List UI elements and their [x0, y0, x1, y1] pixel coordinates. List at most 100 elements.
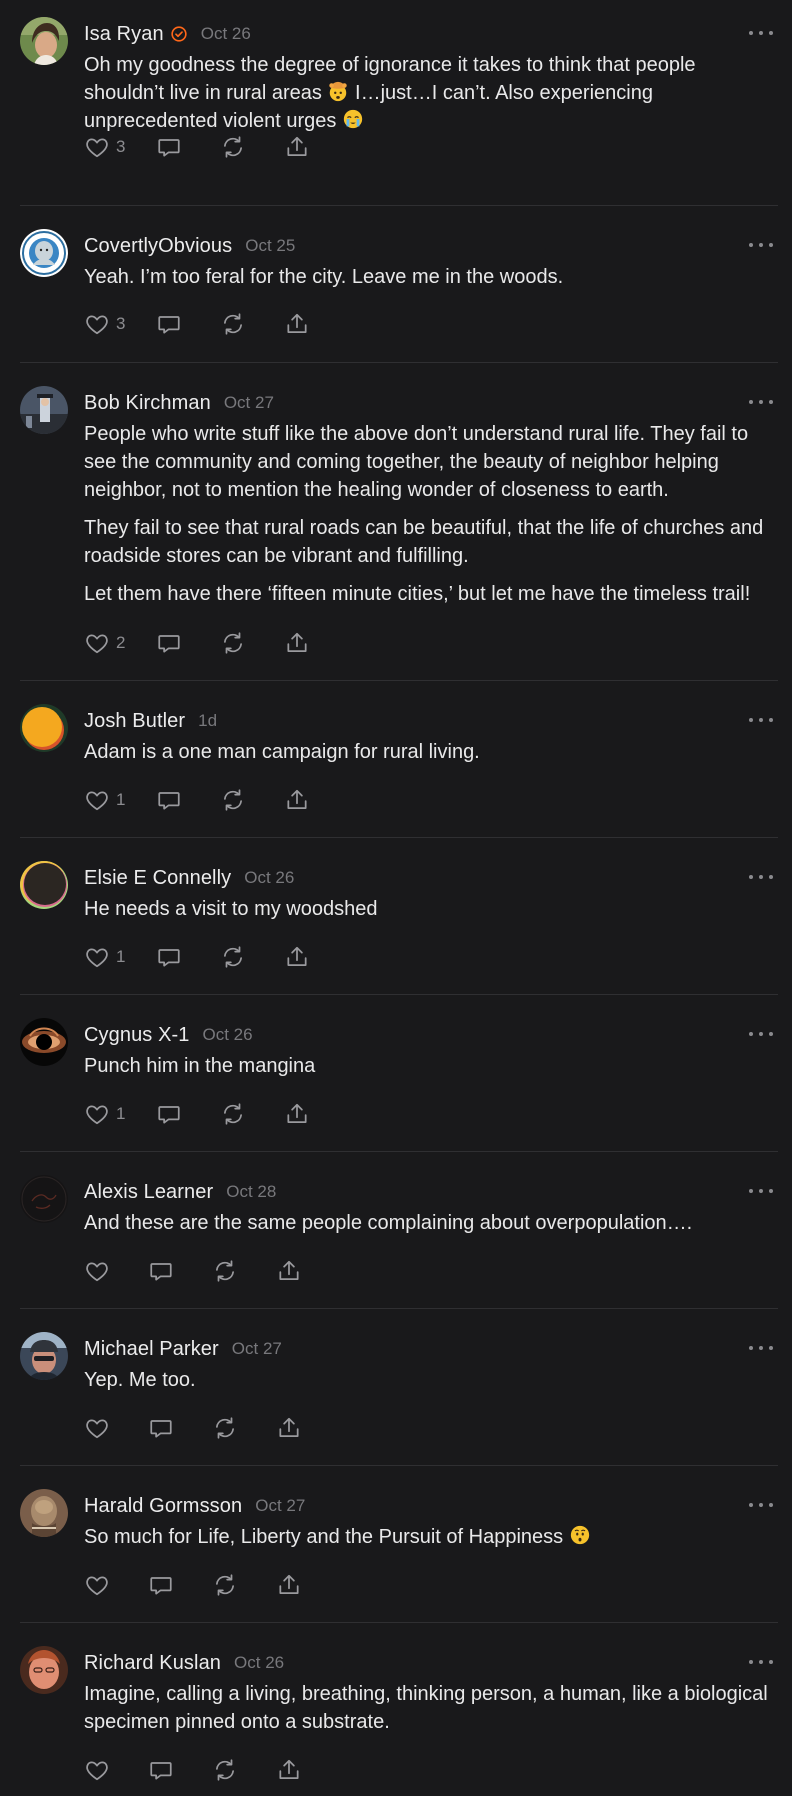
- comment-date[interactable]: Oct 27: [224, 393, 274, 413]
- comment-date[interactable]: Oct 25: [245, 236, 295, 256]
- reply-button[interactable]: [156, 944, 182, 970]
- comment-date[interactable]: Oct 26: [244, 868, 294, 888]
- restack-button[interactable]: [220, 1101, 246, 1127]
- more-options-icon[interactable]: [749, 235, 773, 255]
- reply-button[interactable]: [148, 1572, 174, 1598]
- author-name[interactable]: Elsie E Connelly: [84, 867, 231, 890]
- author-name[interactable]: CovertlyObvious: [84, 235, 232, 258]
- reply-button[interactable]: [156, 787, 182, 813]
- reply-button[interactable]: [148, 1757, 174, 1783]
- comment-paragraph: Punch him in the mangina: [84, 1052, 778, 1080]
- comment-header: Richard Kuslan Oct 26: [84, 1648, 284, 1678]
- like-button[interactable]: [84, 1258, 110, 1284]
- avatar[interactable]: [20, 704, 68, 752]
- share-icon: [276, 1757, 302, 1783]
- reply-button[interactable]: [156, 311, 182, 337]
- author-name[interactable]: Alexis Learner: [84, 1181, 213, 1204]
- avatar[interactable]: [20, 1018, 68, 1066]
- restack-button[interactable]: [220, 134, 246, 160]
- like-button[interactable]: 3: [84, 311, 125, 337]
- comment-date[interactable]: Oct 27: [232, 1339, 282, 1359]
- comment-paragraph: And these are the same people complainin…: [84, 1209, 778, 1237]
- like-button[interactable]: 2: [84, 630, 125, 656]
- like-button[interactable]: 1: [84, 787, 125, 813]
- reply-button[interactable]: [156, 630, 182, 656]
- author-name[interactable]: Bob Kirchman: [84, 392, 211, 415]
- comment-header: Alexis Learner Oct 28: [84, 1177, 276, 1207]
- restack-icon: [220, 787, 246, 813]
- more-options-icon[interactable]: [749, 1652, 773, 1672]
- comment-item: Alexis Learner Oct 28 And these are the sa…: [0, 1175, 792, 1309]
- author-name[interactable]: Michael Parker: [84, 1338, 219, 1361]
- author-name[interactable]: Cygnus X-1: [84, 1024, 190, 1047]
- share-button[interactable]: [284, 630, 310, 656]
- divider: [20, 1465, 778, 1466]
- share-button[interactable]: [284, 311, 310, 337]
- comment-paragraph: Adam is a one man campaign for rural liv…: [84, 738, 778, 766]
- restack-button[interactable]: [212, 1415, 238, 1441]
- share-button[interactable]: [284, 787, 310, 813]
- share-button[interactable]: [284, 944, 310, 970]
- more-options-icon[interactable]: [749, 1495, 773, 1515]
- reply-button[interactable]: [156, 1101, 182, 1127]
- like-button[interactable]: 1: [84, 944, 125, 970]
- restack-button[interactable]: [212, 1757, 238, 1783]
- divider: [20, 362, 778, 363]
- comment-date[interactable]: Oct 27: [255, 1496, 305, 1516]
- more-options-icon[interactable]: [749, 710, 773, 730]
- avatar[interactable]: [20, 1646, 68, 1694]
- like-count: 1: [116, 1104, 126, 1123]
- avatar[interactable]: [20, 17, 68, 65]
- avatar[interactable]: [20, 229, 68, 277]
- comment-text: Yep. Me too.: [84, 1369, 196, 1391]
- restack-icon: [220, 1101, 246, 1127]
- comment-paragraph: Imagine, calling a living, breathing, th…: [84, 1680, 778, 1736]
- comment-paragraph: They fail to see that rural roads can be…: [84, 514, 778, 570]
- share-button[interactable]: [276, 1572, 302, 1598]
- share-button[interactable]: [276, 1258, 302, 1284]
- comment-date[interactable]: 1d: [198, 711, 217, 731]
- share-button[interactable]: [276, 1415, 302, 1441]
- restack-icon: [220, 134, 246, 160]
- comment-header: Elsie E Connelly Oct 26: [84, 863, 294, 893]
- reply-button[interactable]: [156, 134, 182, 160]
- restack-button[interactable]: [220, 944, 246, 970]
- more-options-icon[interactable]: [749, 23, 773, 43]
- restack-button[interactable]: [220, 787, 246, 813]
- restack-button[interactable]: [212, 1258, 238, 1284]
- comment-date[interactable]: Oct 26: [201, 24, 251, 44]
- comment-date[interactable]: Oct 28: [226, 1182, 276, 1202]
- comment-header: CovertlyObvious Oct 25: [84, 231, 295, 261]
- like-button[interactable]: 3: [84, 134, 125, 160]
- author-name[interactable]: Harald Gormsson: [84, 1495, 242, 1518]
- avatar[interactable]: [20, 1175, 68, 1223]
- more-options-icon[interactable]: [749, 1024, 773, 1044]
- like-button[interactable]: [84, 1572, 110, 1598]
- author-name[interactable]: Isa Ryan: [84, 23, 164, 46]
- exploding-head-emoji-icon: [327, 81, 349, 104]
- more-options-icon[interactable]: [749, 867, 773, 887]
- more-options-icon[interactable]: [749, 1338, 773, 1358]
- restack-button[interactable]: [212, 1572, 238, 1598]
- comment-date[interactable]: Oct 26: [203, 1025, 253, 1045]
- like-button[interactable]: [84, 1757, 110, 1783]
- avatar[interactable]: [20, 861, 68, 909]
- avatar[interactable]: [20, 386, 68, 434]
- more-options-icon[interactable]: [749, 392, 773, 412]
- reply-button[interactable]: [148, 1415, 174, 1441]
- restack-button[interactable]: [220, 630, 246, 656]
- share-button[interactable]: [284, 1101, 310, 1127]
- author-name[interactable]: Josh Butler: [84, 710, 185, 733]
- reply-button[interactable]: [148, 1258, 174, 1284]
- share-button[interactable]: [276, 1757, 302, 1783]
- restack-button[interactable]: [220, 311, 246, 337]
- more-options-icon[interactable]: [749, 1181, 773, 1201]
- share-button[interactable]: [284, 134, 310, 160]
- reply-icon: [156, 311, 182, 337]
- comment-date[interactable]: Oct 26: [234, 1653, 284, 1673]
- avatar[interactable]: [20, 1489, 68, 1537]
- avatar[interactable]: [20, 1332, 68, 1380]
- like-button[interactable]: 1: [84, 1101, 125, 1127]
- author-name[interactable]: Richard Kuslan: [84, 1652, 221, 1675]
- like-button[interactable]: [84, 1415, 110, 1441]
